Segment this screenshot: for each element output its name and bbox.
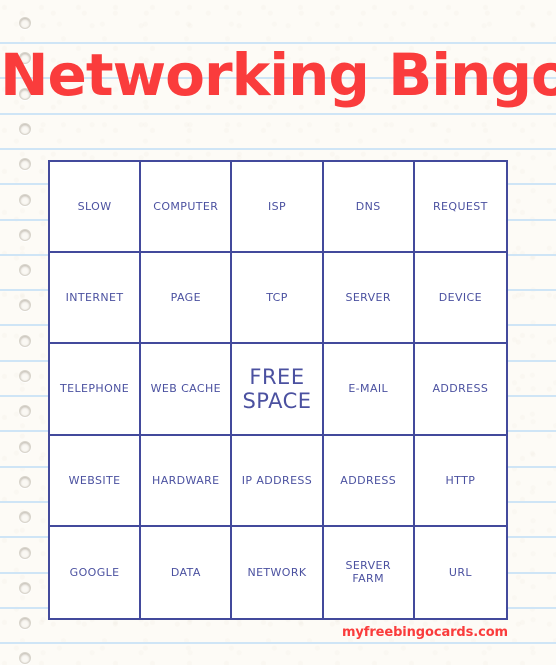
- punch-hole: [19, 17, 31, 29]
- bingo-cell[interactable]: HTTP: [414, 436, 506, 527]
- bingo-cell-free-space[interactable]: FREE SPACE: [232, 344, 324, 436]
- bingo-cell[interactable]: SLOW: [50, 162, 142, 254]
- bingo-cell[interactable]: NETWORK: [232, 526, 324, 618]
- rule-line: [0, 112, 556, 115]
- punch-hole: [19, 581, 31, 594]
- punch-hole: [19, 440, 31, 453]
- page-title: Networking Bingo: [0, 41, 556, 109]
- bingo-cell[interactable]: IP ADDRESS: [232, 435, 324, 527]
- bingo-cell[interactable]: SERVER FARM: [324, 526, 415, 618]
- bingo-card-page: Networking Bingo SLOW COMPUTER ISP DNS REQUE…: [0, 0, 556, 665]
- punch-hole: [19, 405, 31, 418]
- punch-hole: [19, 511, 31, 524]
- punch-hole: [19, 299, 31, 312]
- rule-line: [0, 642, 556, 645]
- bingo-cell[interactable]: HARDWARE: [141, 435, 233, 527]
- bingo-cell[interactable]: TCP: [232, 253, 324, 345]
- punch-hole: [19, 370, 31, 382]
- bingo-cell[interactable]: COMPUTER: [141, 162, 233, 254]
- punch-hole: [19, 122, 31, 135]
- bingo-cell[interactable]: E-MAIL: [323, 344, 415, 436]
- footer-credit: myfreebingocards.com: [341, 625, 508, 640]
- punch-hole: [19, 546, 31, 559]
- bingo-cell[interactable]: INTERNET: [50, 253, 142, 345]
- punch-hole: [19, 652, 31, 665]
- bingo-cell[interactable]: ADDRESS: [414, 344, 506, 436]
- punch-hole: [19, 228, 31, 241]
- punch-hole: [19, 475, 31, 488]
- bingo-cell[interactable]: ADDRESS: [323, 435, 415, 527]
- bingo-cell[interactable]: ISP: [232, 162, 324, 254]
- bingo-cell[interactable]: DATA: [141, 526, 233, 618]
- punch-hole: [19, 617, 31, 630]
- bingo-cell[interactable]: URL: [415, 527, 506, 618]
- punch-hole: [19, 158, 31, 171]
- bingo-cell[interactable]: GOOGLE: [50, 526, 142, 618]
- punch-hole: [19, 193, 31, 206]
- bingo-grid: SLOW COMPUTER ISP DNS REQUEST INTERNET PAGE TCP…: [48, 160, 508, 620]
- bingo-cell[interactable]: PAGE: [141, 253, 233, 345]
- bingo-cell[interactable]: REQUEST: [414, 162, 506, 254]
- bingo-cell[interactable]: DEVICE: [414, 253, 506, 345]
- punch-hole: [19, 334, 31, 347]
- bingo-cell[interactable]: TELEPHONE: [50, 344, 142, 436]
- bingo-cell[interactable]: WEB CACHE: [141, 344, 233, 436]
- rule-line: [0, 147, 556, 150]
- bingo-cell[interactable]: DNS: [323, 162, 415, 254]
- punch-hole: [19, 264, 31, 277]
- bingo-cell[interactable]: SERVER: [323, 253, 415, 345]
- bingo-cell[interactable]: WEBSITE: [50, 435, 142, 527]
